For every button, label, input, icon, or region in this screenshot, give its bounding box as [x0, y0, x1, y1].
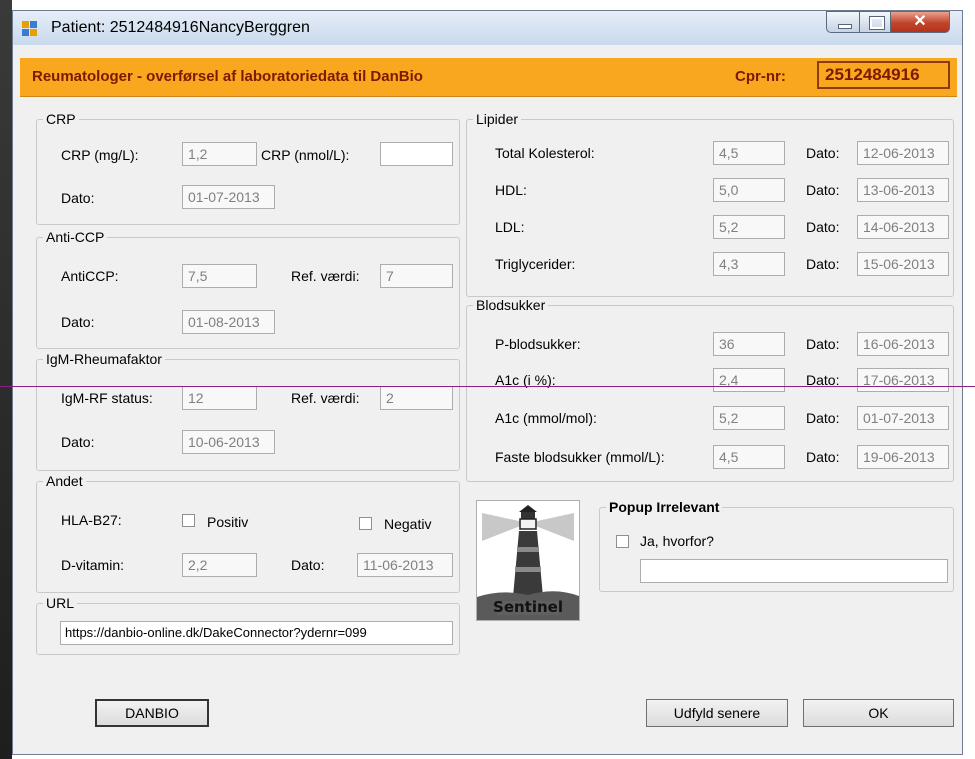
lipid-row-label: Total Kolesterol: [495, 145, 595, 161]
lipider-group-title: Lipider [473, 111, 522, 127]
lipider-group: Lipider Total Kolesterol: 4,5 Dato: 12-0… [466, 111, 954, 297]
maximize-button[interactable] [859, 11, 891, 33]
ok-button[interactable]: OK [803, 699, 954, 727]
hla-positiv-checkbox[interactable] [182, 514, 195, 527]
popup-reason-field[interactable] [640, 559, 948, 583]
cpr-label: Cpr-nr: [735, 68, 786, 85]
hla-label: HLA-B27: [61, 512, 122, 528]
anticcp-group: Anti-CCP AntiCCP: 7,5 Ref. værdi: 7 Dato… [36, 229, 460, 349]
popup-checkbox-label: Ja, hvorfor? [640, 533, 714, 549]
lipid-row-label: HDL: [495, 182, 527, 198]
lipid-date-field[interactable]: 15-06-2013 [857, 252, 949, 276]
igm-status-field[interactable]: 12 [182, 386, 257, 410]
blodsukker-date-field[interactable]: 16-06-2013 [857, 332, 949, 356]
blodsukker-value-field[interactable]: 4,5 [713, 445, 785, 469]
lipid-date-field[interactable]: 13-06-2013 [857, 178, 949, 202]
url-group: URL https://danbio-online.dk/DakeConnect… [36, 595, 460, 655]
igm-date-field[interactable]: 10-06-2013 [182, 430, 275, 454]
lipid-date-label: Dato: [806, 256, 840, 272]
lipid-date-field[interactable]: 12-06-2013 [857, 141, 949, 165]
popup-checkbox[interactable] [616, 535, 629, 548]
lipid-date-field[interactable]: 14-06-2013 [857, 215, 949, 239]
andet-group: Andet HLA-B27: Positiv Negativ D-vitamin… [36, 473, 460, 593]
anticcp-date-label: Dato: [61, 314, 95, 330]
blodsukker-date-field[interactable]: 17-06-2013 [857, 368, 949, 392]
blodsukker-date-field[interactable]: 01-07-2013 [857, 406, 949, 430]
lipid-row-label: LDL: [495, 219, 525, 235]
close-button[interactable]: ✕ [890, 11, 950, 33]
patient-dialog: Patient: 2512484916NancyBerggren ✕ Reuma… [12, 10, 963, 755]
close-icon: ✕ [913, 13, 927, 30]
blodsukker-group: Blodsukker P-blodsukker: 36 Dato: 16-06-… [466, 297, 954, 482]
crp-nmol-field[interactable] [380, 142, 453, 166]
crp-group: CRP CRP (mg/L): 1,2 CRP (nmol/L): Dato: … [36, 111, 460, 225]
igm-group-title: IgM-Rheumafaktor [43, 351, 165, 367]
app-icon [22, 21, 38, 37]
popup-group: Popup Irrelevant Ja, hvorfor? [599, 499, 954, 592]
anticcp-group-title: Anti-CCP [43, 229, 108, 245]
hla-positiv-label: Positiv [207, 514, 249, 530]
anticcp-ref-label: Ref. værdi: [291, 268, 360, 284]
url-field[interactable]: https://danbio-online.dk/DakeConnector?y… [60, 621, 453, 645]
desktop-edge [0, 0, 12, 759]
lipid-row-label: Triglycerider: [495, 256, 576, 272]
minimize-button[interactable] [826, 11, 860, 33]
dvitamin-date-field[interactable]: 11-06-2013 [357, 553, 453, 577]
anticcp-date-field[interactable]: 01-08-2013 [182, 310, 275, 334]
lipid-date-label: Dato: [806, 219, 840, 235]
overlay-line [0, 386, 975, 387]
cpr-field[interactable]: 2512484916 [817, 61, 950, 89]
igm-date-label: Dato: [61, 434, 95, 450]
crp-date-field[interactable]: 01-07-2013 [182, 185, 275, 209]
sentinel-logo: Sentinel [476, 500, 580, 621]
blodsukker-row-label: Faste blodsukker (mmol/L): [495, 449, 665, 465]
lipid-value-field[interactable]: 4,3 [713, 252, 785, 276]
anticcp-label: AntiCCP: [61, 268, 119, 284]
andet-group-title: Andet [43, 473, 86, 489]
danbio-button[interactable]: DANBIO [95, 699, 209, 727]
anticcp-ref-field[interactable]: 7 [380, 264, 453, 288]
blodsukker-value-field[interactable]: 36 [713, 332, 785, 356]
igm-ref-label: Ref. værdi: [291, 390, 360, 406]
crp-mg-label: CRP (mg/L): [61, 147, 139, 163]
lipid-value-field[interactable]: 4,5 [713, 141, 785, 165]
crp-mg-field[interactable]: 1,2 [182, 142, 257, 166]
dvitamin-label: D-vitamin: [61, 557, 125, 573]
url-group-title: URL [43, 595, 78, 611]
blodsukker-group-title: Blodsukker [473, 297, 549, 313]
anticcp-field[interactable]: 7,5 [182, 264, 257, 288]
lipid-date-label: Dato: [806, 182, 840, 198]
title-bar[interactable]: Patient: 2512484916NancyBerggren ✕ [13, 11, 962, 45]
blodsukker-date-label: Dato: [806, 336, 840, 352]
blodsukker-row-label: A1c (mmol/mol): [495, 410, 597, 426]
dvitamin-field[interactable]: 2,2 [182, 553, 257, 577]
crp-date-label: Dato: [61, 190, 95, 206]
lipid-value-field[interactable]: 5,0 [713, 178, 785, 202]
blodsukker-date-label: Dato: [806, 449, 840, 465]
blodsukker-row-label: P-blodsukker: [495, 336, 581, 352]
hla-negativ-label: Negativ [384, 516, 432, 532]
banner-title: Reumatologer - overførsel af laboratorie… [32, 68, 423, 85]
lipid-date-label: Dato: [806, 145, 840, 161]
dvitamin-date-label: Dato: [291, 557, 325, 573]
sentinel-lighthouse-logo: Sentinel [477, 505, 579, 620]
igm-ref-field[interactable]: 2 [380, 386, 453, 410]
window-title: Patient: 2512484916NancyBerggren [51, 19, 310, 36]
igm-status-label: IgM-RF status: [61, 390, 153, 406]
blodsukker-date-label: Dato: [806, 410, 840, 426]
sentinel-logo-text: Sentinel [493, 598, 563, 616]
maximize-icon [869, 16, 885, 30]
minimize-icon [838, 24, 852, 29]
igm-group: IgM-Rheumafaktor IgM-RF status: 12 Ref. … [36, 351, 460, 471]
hla-negativ-checkbox[interactable] [359, 517, 372, 530]
lipid-value-field[interactable]: 5,2 [713, 215, 785, 239]
blodsukker-date-field[interactable]: 19-06-2013 [857, 445, 949, 469]
header-banner: Reumatologer - overførsel af laboratorie… [20, 58, 957, 97]
blodsukker-value-field[interactable]: 5,2 [713, 406, 785, 430]
crp-nmol-label: CRP (nmol/L): [261, 147, 350, 163]
udfyld-senere-button[interactable]: Udfyld senere [646, 699, 788, 727]
blodsukker-value-field[interactable]: 2,4 [713, 368, 785, 392]
crp-group-title: CRP [43, 111, 79, 127]
popup-group-title: Popup Irrelevant [606, 499, 723, 515]
